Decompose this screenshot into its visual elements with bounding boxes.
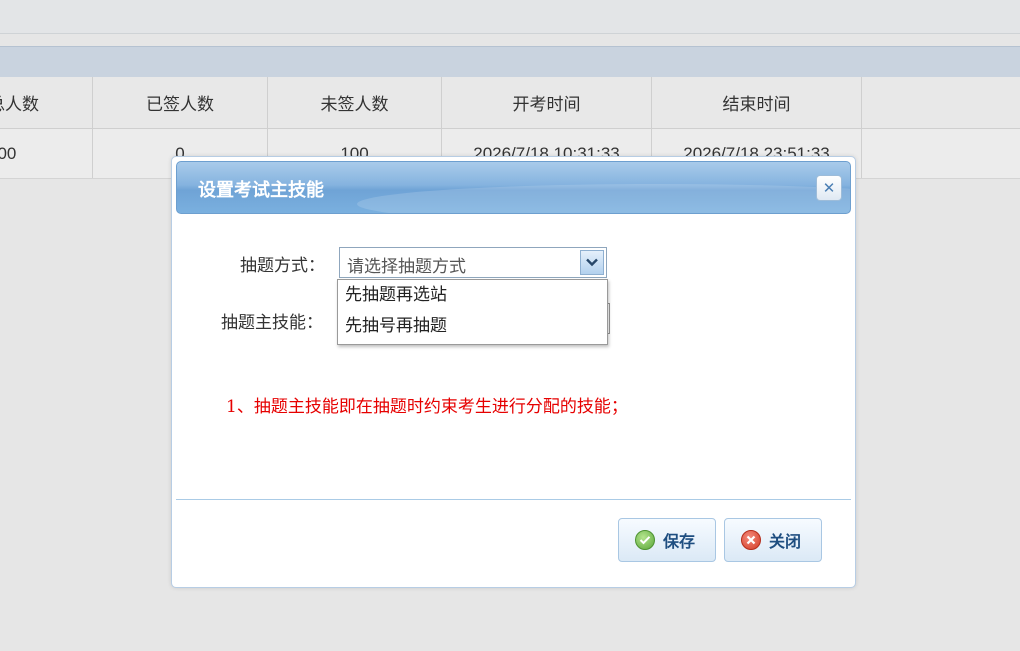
close-icon[interactable]: ✕ [816, 175, 842, 201]
top-toolbar [0, 0, 1020, 34]
header-unsigned: 未签人数 [268, 77, 442, 128]
check-icon [635, 530, 655, 550]
draw-mode-dropdown: 先抽题再选站 先抽号再抽题 [337, 279, 608, 345]
cell-extra [862, 129, 1020, 178]
footer-divider [176, 499, 851, 500]
save-button-label: 保存 [663, 532, 696, 551]
save-button[interactable]: 保存 [618, 518, 716, 562]
chevron-down-icon[interactable] [580, 250, 604, 275]
cancel-icon [741, 530, 761, 550]
option-draw-then-station[interactable]: 先抽题再选站 [338, 280, 607, 311]
dialog-title: 设置考试主技能 [198, 180, 324, 201]
draw-mode-label: 抽题方式： [240, 256, 325, 276]
hint-note: 1、抽题主技能即在抽题时约束考生进行分配的技能； [226, 397, 628, 417]
table-header: 总人数 已签人数 未签人数 开考时间 结束时间 [0, 77, 1020, 129]
header-extra [862, 77, 1020, 128]
close-button[interactable]: 关闭 [724, 518, 822, 562]
header-end-time: 结束时间 [652, 77, 862, 128]
header-start-time: 开考时间 [442, 77, 652, 128]
cell-total: 100 [0, 129, 93, 178]
header-signed: 已签人数 [93, 77, 268, 128]
option-number-then-draw[interactable]: 先抽号再抽题 [338, 311, 607, 342]
dialog-header[interactable]: 设置考试主技能 ✕ [176, 161, 851, 214]
panel-title-band [0, 46, 1020, 77]
close-button-label: 关闭 [769, 532, 802, 551]
header-total: 总人数 [0, 77, 93, 128]
draw-mode-select[interactable]: 请选择抽题方式 [339, 247, 607, 278]
set-main-skill-dialog: 设置考试主技能 ✕ 抽题方式： 请选择抽题方式 抽题主技能： 先抽题再选站 先抽… [171, 156, 856, 588]
main-skill-label: 抽题主技能： [221, 313, 323, 333]
draw-mode-value: 请选择抽题方式 [347, 257, 466, 277]
